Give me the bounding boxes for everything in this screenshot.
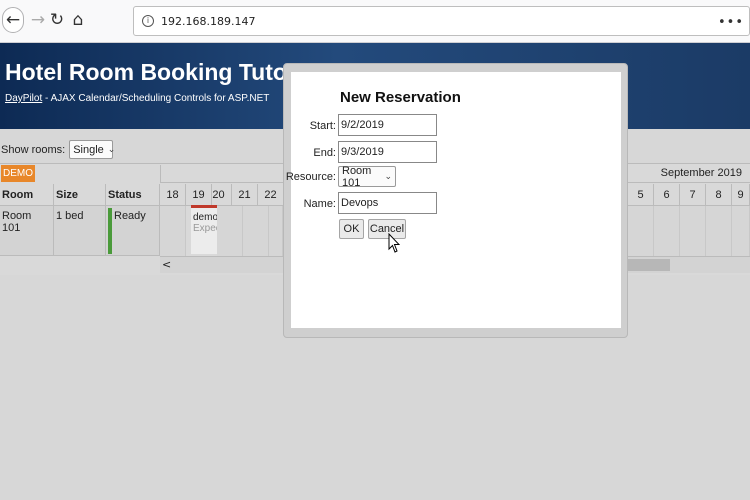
grid-cell[interactable] [628,206,654,256]
dialog-title: New Reservation [340,89,461,106]
chevron-down-icon: ⌄ [107,144,116,155]
room-cell: Room 101 [0,206,54,256]
start-field[interactable]: 9/2/2019 [338,114,437,136]
grid-cell[interactable] [680,206,706,256]
day-header: 21 [232,184,258,206]
url-text[interactable]: 192.168.189.147 [161,15,255,28]
ok-button[interactable]: OK [339,219,364,239]
day-header: 6 [654,184,680,206]
status-indicator [108,208,112,254]
page-subtitle: DayPilot - AJAX Calendar/Scheduling Cont… [5,93,269,104]
name-label: Name: [303,198,336,210]
browser-toolbar: ← → ↻ ⌂ i 192.168.189.147 ••• [0,0,750,43]
resource-select[interactable]: Room 101 ⌄ [338,164,396,189]
cancel-button[interactable]: Cancel [368,219,406,239]
end-field[interactable]: 9/3/2019 [338,141,437,163]
grid-cell[interactable] [732,206,750,256]
resource-value: Room 101 [342,164,372,189]
scroll-left-icon[interactable]: < [162,258,171,271]
grid-cell[interactable] [654,206,680,256]
day-header: 5 [628,184,654,206]
resource-label: Resource: [285,171,336,183]
event-subtitle: Expec [193,223,217,234]
end-label: End: [313,147,336,159]
status-cell: Ready [106,206,160,256]
column-header-room[interactable]: Room [0,184,54,206]
day-header: 8 [706,184,732,206]
show-rooms-select[interactable]: Single ⌄ [69,140,116,159]
event-title: demo [193,212,217,223]
size-cell: 1 bed [54,206,106,256]
subtitle-text: - AJAX Calendar/Scheduling Controls for … [42,93,270,104]
name-field[interactable]: Devops [338,192,437,214]
page-title: Hotel Room Booking Tutorial [5,59,322,85]
show-rooms-value: Single [73,143,104,156]
day-header: 18 [160,184,186,206]
grid-cell[interactable] [160,206,186,256]
reservation-event[interactable]: demo Expec [191,205,217,254]
start-label: Start: [309,120,336,132]
month-label: September 2019 [660,167,742,179]
grid-cell[interactable] [217,206,243,256]
column-header-size[interactable]: Size [54,184,106,206]
back-arrow-icon[interactable]: ← [2,7,24,33]
day-header: 7 [680,184,706,206]
day-header: 9 [732,184,750,206]
chevron-down-icon: ⌄ [384,171,392,182]
address-bar[interactable]: i 192.168.189.147 ••• [133,6,750,36]
grid-cell[interactable] [269,206,283,256]
grid-cell[interactable] [243,206,269,256]
home-icon[interactable]: ⌂ [66,8,90,32]
info-icon[interactable]: i [142,15,154,27]
column-header-status[interactable]: Status [106,184,160,206]
show-rooms-filter: Show rooms: Single ⌄ [1,140,116,159]
grid-cell[interactable] [706,206,732,256]
more-icon[interactable]: ••• [718,15,744,30]
demo-badge: DEMO [1,165,35,182]
daypilot-link[interactable]: DayPilot [5,93,42,104]
show-rooms-label: Show rooms: [1,143,66,156]
day-header: 20 [206,184,232,206]
mouse-cursor-icon [388,233,400,253]
